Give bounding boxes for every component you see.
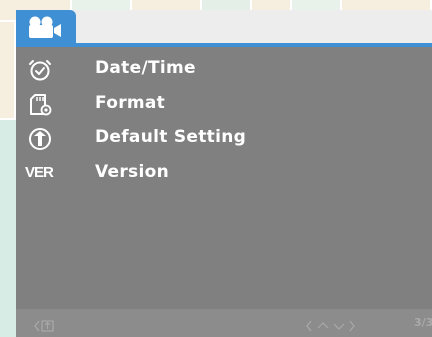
- menu-item-label: Version: [95, 162, 169, 182]
- menu-item-default-setting[interactable]: Default Setting: [16, 123, 432, 157]
- menu-item-version[interactable]: VER Version: [16, 158, 432, 192]
- menu-item-label: Default Setting: [95, 127, 247, 147]
- background-band: [0, 120, 16, 337]
- page-indicator: 3/3: [414, 316, 432, 329]
- ver-icon: VER: [25, 164, 54, 181]
- menu-item-label: Date/Time: [95, 58, 196, 78]
- up-down-arrows-icon[interactable]: [306, 317, 356, 336]
- menu-footer: 3/3: [16, 309, 432, 337]
- menu-header: [16, 10, 432, 47]
- clock-icon: [28, 58, 52, 82]
- background-tile: [0, 22, 16, 120]
- osd-menu-panel: Date/Time Format Default Setting VER Ver…: [16, 10, 432, 337]
- tab-video[interactable]: [16, 10, 76, 43]
- menu-item-date-time[interactable]: Date/Time: [16, 54, 432, 88]
- video-camera-icon: [29, 16, 61, 38]
- menu-item-label: Format: [95, 93, 166, 113]
- back-icon[interactable]: [34, 317, 58, 336]
- menu-item-format[interactable]: Format: [16, 89, 432, 123]
- sd-card-icon: [28, 93, 52, 117]
- reset-icon: [28, 127, 52, 151]
